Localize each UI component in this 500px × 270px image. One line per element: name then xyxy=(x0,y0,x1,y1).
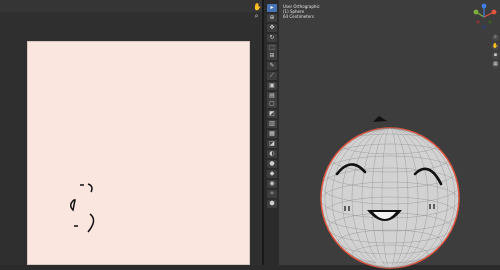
sphere-mesh[interactable] xyxy=(305,114,475,269)
pan-hand-icon[interactable]: ✋ xyxy=(492,43,499,50)
polybuild-icon: ◪ xyxy=(269,140,275,147)
image-editor-header xyxy=(0,0,262,12)
move-tool[interactable]: ✥ xyxy=(267,24,277,32)
scale-text: 64 Centimeters xyxy=(283,14,314,19)
measure-tool[interactable]: ⟋ xyxy=(267,72,277,80)
extrude-tool[interactable]: ▤ xyxy=(267,92,277,100)
scale-icon: ⬚ xyxy=(269,44,275,51)
knife-tool[interactable]: ▦ xyxy=(267,130,277,138)
edge-slide-tool[interactable]: ◆ xyxy=(267,170,277,178)
navigation-gizmo[interactable] xyxy=(470,3,498,31)
top-knob xyxy=(373,116,387,122)
transform-tool[interactable]: ⊞ xyxy=(267,52,277,60)
pencil-icon: ✎ xyxy=(269,62,275,69)
rip-icon: ⬢ xyxy=(269,200,275,207)
cube-icon: ▣ xyxy=(269,82,275,89)
scale-tool[interactable]: ⬚ xyxy=(267,44,277,52)
stroke-4 xyxy=(87,213,95,233)
shear-tool[interactable]: ✧ xyxy=(267,190,277,198)
stroke-2 xyxy=(87,183,93,193)
rotate-icon: ↻ xyxy=(269,34,275,41)
y-axis-icon[interactable] xyxy=(473,9,479,15)
viewport-overlay-info: User Orthographic (1) Sphere 64 Centimet… xyxy=(283,4,320,19)
rip-tool[interactable]: ⬢ xyxy=(267,200,277,208)
shrink-tool[interactable]: ◉ xyxy=(267,180,277,188)
inset-tool[interactable]: ▢ xyxy=(267,100,277,108)
bevel-icon: ◩ xyxy=(269,110,275,117)
smooth-icon: ● xyxy=(269,160,275,167)
uv-strokes xyxy=(70,183,95,233)
texture-canvas[interactable] xyxy=(27,41,250,265)
extrude-icon: ▤ xyxy=(269,92,275,99)
area-divider[interactable] xyxy=(262,0,264,265)
cursor-tool[interactable]: ⊕ xyxy=(267,14,277,22)
ruler-icon: ⟋ xyxy=(269,72,275,79)
edgeslide-icon: ◆ xyxy=(269,170,275,177)
zoom-icon[interactable]: ⌕ xyxy=(253,13,260,20)
rotate-tool[interactable]: ↻ xyxy=(267,34,277,42)
inset-icon: ▢ xyxy=(269,100,275,107)
transform-icon: ⊞ xyxy=(269,52,275,59)
spin-icon: ◐ xyxy=(269,150,275,157)
shrink-icon: ◉ xyxy=(269,180,275,187)
x-axis-icon[interactable] xyxy=(491,9,497,15)
smooth-tool[interactable]: ● xyxy=(267,160,277,168)
poly-build-tool[interactable]: ◪ xyxy=(267,140,277,148)
shear-icon: ✧ xyxy=(269,190,275,197)
bevel-tool[interactable]: ◩ xyxy=(267,110,277,118)
loopcut-icon: ▥ xyxy=(269,120,275,127)
cursor-icon: ▸ xyxy=(270,4,274,11)
add-cube-tool[interactable]: ▣ xyxy=(267,82,277,90)
select-tool[interactable]: ▸ xyxy=(267,4,277,12)
z-axis-icon[interactable] xyxy=(481,3,487,9)
crosshair-icon: ⊕ xyxy=(269,14,275,21)
annotate-tool[interactable]: ✎ xyxy=(267,62,277,70)
loop-cut-tool[interactable]: ▥ xyxy=(267,120,277,128)
zoom-icon[interactable]: ⌕ xyxy=(492,34,499,41)
perspective-grid-icon[interactable]: ▦ xyxy=(492,61,499,68)
camera-icon[interactable]: ▪ xyxy=(492,52,499,59)
stroke-3 xyxy=(70,199,76,212)
knife-icon: ▦ xyxy=(269,130,275,137)
move-icon: ✥ xyxy=(269,24,275,31)
hand-icon[interactable]: ✋ xyxy=(253,4,262,11)
origin-marker xyxy=(376,259,382,265)
spin-tool[interactable]: ◐ xyxy=(267,150,277,158)
